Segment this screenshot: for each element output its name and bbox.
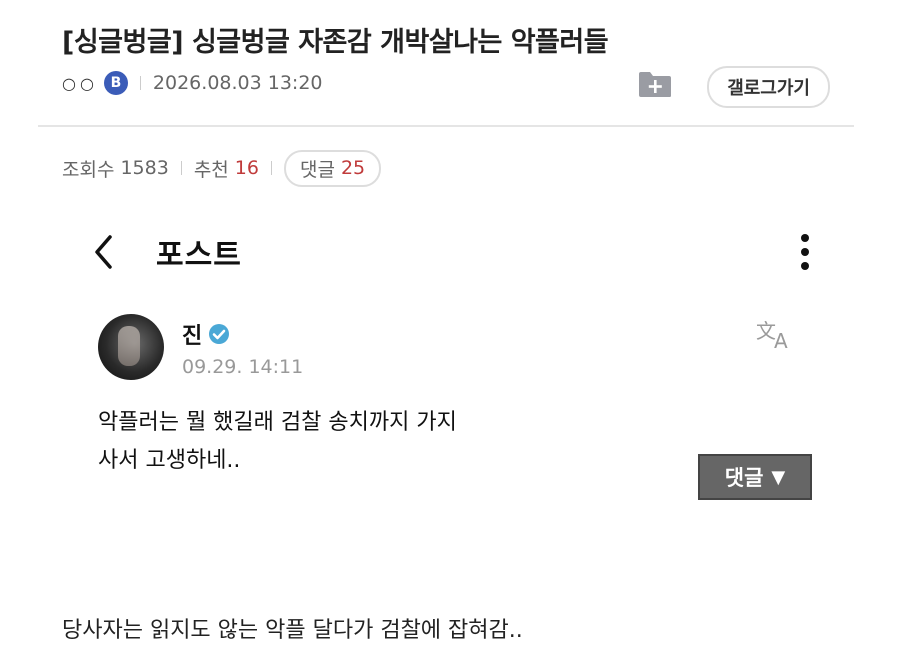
article-meta: ○○ B 2026.08.03 13:20 갤로그가기 bbox=[62, 66, 830, 108]
article-title: [싱글벙글] 싱글벙글 자존감 개박살나는 악플러들 bbox=[62, 27, 609, 58]
vertical-dots-icon[interactable] bbox=[800, 232, 810, 272]
article-caption: 당사자는 읽지도 않는 악플 달다가 검찰에 잡혀감.. bbox=[62, 618, 523, 643]
verified-badge-icon bbox=[208, 323, 230, 345]
chevron-left-icon[interactable] bbox=[92, 234, 114, 270]
embedded-author-name[interactable]: 진 bbox=[182, 318, 202, 350]
gallery-button[interactable]: 갤로그가기 bbox=[707, 66, 830, 108]
svg-text:文: 文 bbox=[756, 319, 776, 343]
header-divider bbox=[38, 125, 854, 127]
reply-label: 댓글 bbox=[724, 466, 764, 490]
author-avatar[interactable] bbox=[98, 314, 164, 380]
views-count: 1583 bbox=[120, 157, 169, 179]
reply-button[interactable]: 댓글 ▼ bbox=[698, 454, 812, 500]
translate-icon[interactable]: 文 A bbox=[754, 316, 796, 353]
comments-label: 댓글 bbox=[299, 158, 335, 181]
meta-separator bbox=[139, 76, 141, 90]
post-date: 2026.08.03 13:20 bbox=[152, 72, 323, 94]
embedded-post-title: 포스트 bbox=[156, 238, 242, 273]
comments-count: 25 bbox=[340, 157, 366, 179]
embedded-post-time: 09.29. 14:11 bbox=[182, 356, 304, 378]
embedded-author: 진 bbox=[182, 318, 230, 350]
author-nickname[interactable]: ○○ bbox=[62, 74, 98, 93]
stats-separator bbox=[180, 161, 182, 175]
folder-add-icon[interactable] bbox=[638, 70, 672, 98]
views-label: 조회수 bbox=[62, 158, 115, 181]
embedded-post-header: 포스트 bbox=[92, 228, 810, 276]
article-stats: 조회수 1583 추천 16 댓글 25 bbox=[62, 149, 382, 187]
author-badge: B bbox=[103, 71, 128, 95]
svg-text:A: A bbox=[774, 329, 788, 352]
recommend-count: 16 bbox=[234, 157, 259, 179]
comments-button[interactable]: 댓글 25 bbox=[283, 149, 382, 187]
embedded-post-text: 악플러는 뭘 했길래 검찰 송치까지 가지 사서 고생하네.. bbox=[98, 410, 457, 473]
stats-separator bbox=[270, 161, 272, 175]
triangle-down-icon: ▼ bbox=[771, 466, 786, 488]
recommend-label: 추천 bbox=[193, 158, 229, 181]
